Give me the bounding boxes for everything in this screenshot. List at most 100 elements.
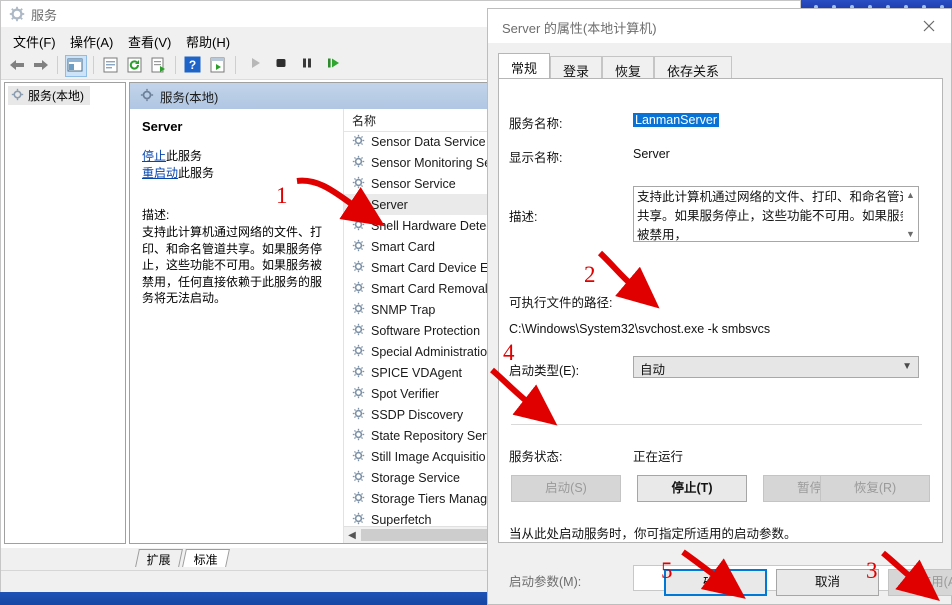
menu-view[interactable]: 查看(V) xyxy=(124,31,175,52)
menu-action[interactable]: 操作(A) xyxy=(66,31,117,52)
refresh-icon[interactable] xyxy=(125,55,145,75)
display-name-value: Server xyxy=(633,147,670,161)
start-service-icon[interactable] xyxy=(247,55,267,75)
tab-standard[interactable]: 标准 xyxy=(182,549,230,567)
description-textarea[interactable]: 支持此计算机通过网络的文件、打印、和命名管道共享。如果服务停止，这些功能不可用。… xyxy=(633,186,918,242)
menu-help[interactable]: 帮助(H) xyxy=(182,31,234,52)
resume-button[interactable]: 恢复(R) xyxy=(820,475,930,502)
service-list-item-label: Smart Card Removal xyxy=(371,281,488,296)
service-list-item-label: Shell Hardware Detec xyxy=(371,218,493,233)
description-label: 描述: xyxy=(509,210,538,224)
restart-service-link[interactable]: 重启动此服务 xyxy=(142,165,330,182)
service-list-item-label: Sensor Data Service xyxy=(371,134,486,149)
tab-standard-label: 标准 xyxy=(193,553,218,567)
gear-icon xyxy=(352,386,365,402)
service-list-item-label: Software Protection xyxy=(371,323,481,338)
section-divider xyxy=(511,424,922,425)
show-console-icon[interactable] xyxy=(208,55,228,75)
gear-icon xyxy=(352,470,365,486)
stop-service-link[interactable]: 停止此服务 xyxy=(142,148,330,165)
service-list-item-label: Special Administratio xyxy=(371,344,488,359)
service-name-value[interactable]: LanmanServer xyxy=(633,113,719,127)
restart-service-icon[interactable] xyxy=(325,55,345,75)
tree-item-label: 服务(本地) xyxy=(28,89,84,103)
service-list-item-label: Still Image Acquisitio xyxy=(371,449,486,464)
export-list-icon[interactable] xyxy=(149,55,169,75)
gear-icon xyxy=(352,218,365,234)
help-icon[interactable]: ? xyxy=(183,55,203,75)
tree-item-services-local[interactable]: 服务(本地) xyxy=(8,86,90,105)
startup-type-value: 自动 xyxy=(640,363,666,377)
gear-icon xyxy=(352,281,365,297)
show-hide-tree-icon[interactable] xyxy=(65,55,87,77)
tab-general[interactable]: 常规 xyxy=(498,53,551,79)
tab-dependencies[interactable]: 依存关系 xyxy=(654,56,733,79)
tab-logon[interactable]: 登录 xyxy=(550,56,603,79)
service-detail-pane: Server 停止此服务 重启动此服务 描述: 支持此计算机通过网络的文件、打印… xyxy=(130,109,342,543)
chevron-down-icon: ▼ xyxy=(902,361,912,372)
service-list-item-label: Storage Service xyxy=(371,470,460,485)
tab-extended-label: 扩展 xyxy=(146,553,171,567)
gear-icon xyxy=(352,134,365,150)
tab-extended[interactable]: 扩展 xyxy=(135,549,183,567)
cancel-button[interactable]: 取消 xyxy=(776,569,879,596)
start-params-label: 启动参数(M): xyxy=(509,575,582,589)
menu-file[interactable]: 文件(F) xyxy=(9,31,60,52)
gear-icon xyxy=(352,407,365,423)
stop-button[interactable]: 停止(T) xyxy=(637,475,747,502)
gear-icon xyxy=(352,197,365,213)
gear-icon xyxy=(352,260,365,276)
service-list-item-label: State Repository Serv xyxy=(371,428,493,443)
column-header-name[interactable]: 名称 xyxy=(344,112,376,129)
ok-button[interactable]: 确定 xyxy=(664,569,767,596)
tab-recovery[interactable]: 恢复 xyxy=(602,56,655,79)
gear-icon xyxy=(352,176,365,192)
service-name-label: 服务名称: xyxy=(509,117,563,131)
svg-text:?: ? xyxy=(189,58,196,72)
gear-icon xyxy=(140,88,154,105)
gear-icon xyxy=(352,155,365,171)
properties-titlebar: Server 的属性(本地计算机) xyxy=(488,9,951,43)
pause-service-icon[interactable] xyxy=(299,55,319,75)
service-list-item-label: Smart Card xyxy=(371,239,435,254)
gear-icon xyxy=(352,302,365,318)
gear-icon xyxy=(352,491,365,507)
service-list-item-label: Spot Verifier xyxy=(371,386,440,401)
scroll-left-icon[interactable]: ◀ xyxy=(344,527,360,543)
service-list-item-label: SPICE VDAgent xyxy=(371,365,463,380)
services-tree-pane: 服务(本地) xyxy=(4,82,126,544)
service-status-value: 正在运行 xyxy=(633,450,684,464)
services-window-title: 服务 xyxy=(31,8,58,23)
description-scrollbar[interactable]: ▲ ▼ xyxy=(903,186,919,242)
executable-path-value: C:\Windows\System32\svchost.exe -k smbsv… xyxy=(509,322,771,336)
content-pane-header-label: 服务(本地) xyxy=(160,90,219,105)
service-list-item-label: Server xyxy=(371,197,408,212)
start-button[interactable]: 启动(S) xyxy=(511,475,621,502)
service-list-item-label: Storage Tiers Manag xyxy=(371,491,488,506)
scroll-down-icon[interactable]: ▼ xyxy=(903,226,918,241)
detail-description-label: 描述: xyxy=(142,208,170,222)
service-list-item-label: Sensor Monitoring Se xyxy=(371,155,492,170)
gear-icon xyxy=(11,88,24,104)
stop-service-link-text: 停止 xyxy=(142,149,167,163)
gear-icon xyxy=(352,428,365,444)
scroll-up-icon[interactable]: ▲ xyxy=(903,187,918,202)
service-list-item-label: Superfetch xyxy=(371,512,432,527)
properties-tabs: 常规 登录 恢复 依存关系 xyxy=(498,53,943,79)
apply-button[interactable]: 应用(A) xyxy=(888,569,952,596)
back-arrow-icon[interactable] xyxy=(7,55,27,75)
start-params-hint: 当从此处启动服务时，你可指定所适用的启动参数。 xyxy=(509,527,797,541)
service-list-item-label: SNMP Trap xyxy=(371,302,436,317)
service-list-item-label: Sensor Service xyxy=(371,176,456,191)
display-name-label: 显示名称: xyxy=(509,151,563,165)
startup-type-label: 启动类型(E): xyxy=(509,364,580,378)
properties-icon[interactable] xyxy=(101,55,121,75)
properties-general-panel: 服务名称: LanmanServer 显示名称: Server 描述: 支持此计… xyxy=(498,78,943,591)
stop-service-icon[interactable] xyxy=(273,55,293,75)
gear-icon xyxy=(352,365,365,381)
forward-arrow-icon[interactable] xyxy=(31,55,51,75)
service-list-item-label: SSDP Discovery xyxy=(371,407,464,422)
startup-type-select[interactable]: 自动 ▼ xyxy=(633,356,919,378)
gear-icon xyxy=(352,344,365,360)
close-icon[interactable] xyxy=(906,9,951,43)
